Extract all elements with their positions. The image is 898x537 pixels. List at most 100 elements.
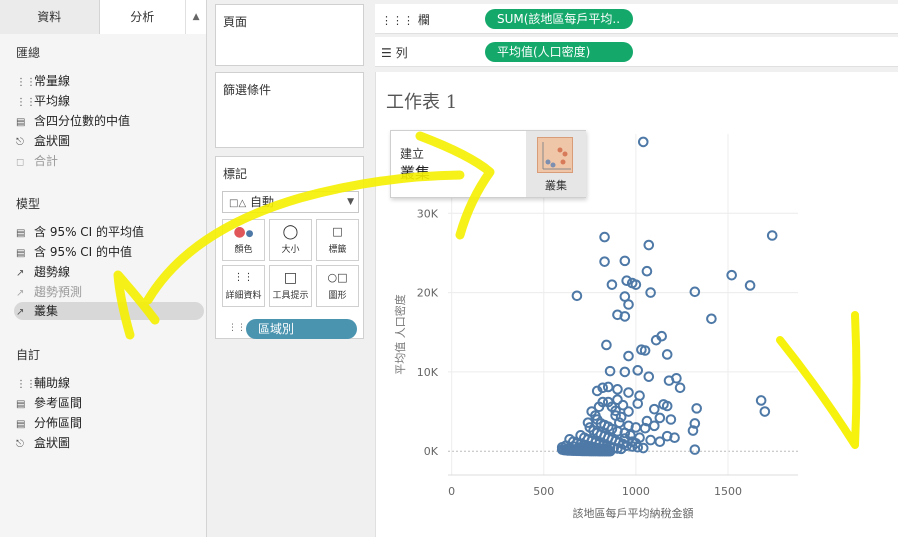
tab-analysis[interactable]: 分析 [99,0,186,34]
scatter-point [654,436,666,447]
scatter-point [619,255,631,267]
totals-icon: ◻ [16,157,25,168]
marks-label-button[interactable]: □ 標籤 [316,219,359,261]
analytics-item-average-ci[interactable]: ▤ 含 95% CI 的平均值 [16,223,144,241]
rows-icon: ☰ [381,46,392,60]
create-cluster-drop-target[interactable]: 建立 叢集 叢集 [390,130,586,198]
scatter-point [623,387,634,398]
scatter-point [599,231,610,243]
scatter-point [661,349,673,360]
scatter-point [623,299,634,310]
pane-tabs: 資料 分析 ▲ [0,0,206,34]
shapes-icon: □△ [229,198,247,209]
marks-shape-button[interactable]: ○□ 圖形 [316,265,359,307]
pages-shelf-title: 頁面 [223,15,248,29]
scatter-point [612,384,623,395]
average-ci-icon: ▤ [16,228,26,239]
rows-shelf[interactable]: ☰ 列 平均值(人口密度) [375,37,898,67]
columns-icon: ⋮⋮⋮ [381,14,414,27]
analytics-item-box-plot[interactable]: ⎋ 盒狀圖 [16,132,70,150]
scatter-point [637,136,649,148]
box-plot-icon: ⎋ [16,137,24,148]
drop-target-line1: 建立 [400,147,425,161]
columns-shelf[interactable]: ⋮⋮⋮ 欄 SUM(該地區每戶平均.. [375,4,898,34]
scatter-point [615,411,627,423]
cluster-icon [537,137,573,173]
x-axis-title: 該地區每戶平均納稅金額 [573,506,694,520]
scatter-point [665,414,677,425]
drop-target-line2: 叢集 [400,164,431,182]
cluster-icon-graphic [542,142,571,170]
pages-shelf[interactable]: 頁面 [215,4,364,66]
chevron-down-icon: ▼ [347,197,354,207]
analytics-item-median-ci[interactable]: ▤ 含 95% CI 的中值 [16,243,132,261]
analytics-item-totals[interactable]: ◻ 合計 [16,152,58,170]
analytics-item-cluster[interactable]: ↗ 叢集 [14,302,204,320]
detail-icon: ⋮⋮ [233,272,254,283]
analytics-item-box-plot-custom[interactable]: ⎋ 盒狀圖 [16,434,70,452]
filters-shelf-title: 篩選條件 [223,83,272,97]
analytics-item-average-line[interactable]: ⋮⋮平均線 [16,92,70,110]
cluster-drop-zone[interactable]: 叢集 [526,131,586,197]
y-tick-label: 20K [417,287,439,300]
distribution-band-icon: ▤ [16,419,26,430]
marks-tooltip-button[interactable]: □ 工具提示 [269,265,312,307]
rows-pill[interactable]: 平均值(人口密度) [485,42,633,62]
scatter-point [614,417,625,428]
scatter-point [691,403,702,414]
average-line-icon: ⋮⋮ [16,97,36,108]
scatter-point [744,280,756,291]
section-title-summarize: 匯總 [16,46,41,60]
scatter-point [674,382,686,394]
scatter-point [643,371,655,382]
scatter-point [759,406,771,417]
shape-icon: ○□ [327,271,348,284]
marks-size-button[interactable]: ◯ 大小 [269,219,312,261]
analytics-item-median-quartiles[interactable]: ▤ 含四分位數的中值 [16,112,130,130]
tooltip-icon: □ [283,270,298,286]
x-tick-label: 500 [533,485,554,498]
x-tick-label: 1500 [714,485,742,498]
analytics-item-constant-line[interactable]: ⋮⋮常量線 [16,72,70,90]
analytics-item-forecast[interactable]: ↗ 趨勢預測 [16,283,82,301]
tab-data[interactable]: 資料 [0,0,100,34]
scatter-point [606,279,618,290]
y-tick-label: 10K [417,366,439,379]
rows-shelf-label: ☰ 列 [381,46,408,60]
y-tick-label: 30K [417,207,439,220]
analytics-item-distribution-band[interactable]: ▤ 分佈區間 [16,414,82,432]
scatter-point [689,286,701,298]
scatter-point [645,434,656,446]
reference-band-icon: ▤ [16,399,26,410]
trend-line-icon: ↗ [16,268,25,279]
scatter-point [706,313,717,325]
marks-card: 標記 □△ 自動 ▼ ●● 顏色 ◯ 大小 □ 標籤 ⋮⋮ 詳細資料 □ 工具提… [215,156,364,339]
scatter-point [649,403,660,415]
box-plot-icon: ⎋ [16,439,24,450]
mark-type-dropdown[interactable]: □△ 自動 ▼ [222,191,359,213]
analytics-item-reference-band[interactable]: ▤ 參考區間 [16,394,82,412]
scatter-point [726,269,737,281]
scatter-point [623,350,634,362]
scatter-point [601,339,612,351]
analytics-item-reference-line[interactable]: ⋮⋮輔助線 [16,374,70,392]
size-icon: ◯ [282,224,299,240]
scatter-point [643,239,655,251]
scatter-point [654,412,666,424]
marks-card-title: 標記 [223,167,248,181]
sort-icon[interactable]: ▲ [185,0,206,34]
cluster-drop-label: 叢集 [545,179,567,192]
median-quartile-icon: ▤ [16,117,26,128]
marks-color-button[interactable]: ●● 顏色 [222,219,265,261]
median-ci-icon: ▤ [16,248,26,259]
cluster-icon: ↗ [16,307,25,318]
filters-shelf[interactable]: 篩選條件 [215,72,364,148]
analytics-item-trend-line[interactable]: ↗ 趨勢線 [16,263,70,281]
x-tick-label: 0 [448,485,455,498]
marks-detail-button[interactable]: ⋮⋮ 詳細資料 [222,265,265,307]
mark-type-value: 自動 [249,195,274,209]
region-pill[interactable]: 區域別 [246,319,357,339]
scatter-point [766,230,778,241]
scatter-point [632,365,644,376]
columns-pill[interactable]: SUM(該地區每戶平均.. [485,9,633,29]
